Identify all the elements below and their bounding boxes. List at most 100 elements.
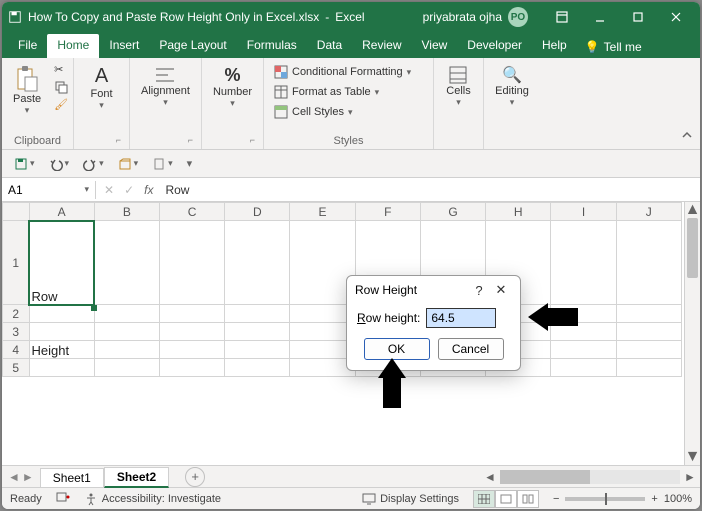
cell[interactable] bbox=[225, 305, 290, 323]
col-header[interactable]: C bbox=[159, 203, 224, 221]
cell[interactable] bbox=[29, 323, 94, 341]
ribbon-display-options[interactable] bbox=[544, 5, 580, 29]
cell[interactable] bbox=[225, 341, 290, 359]
autosave-button[interactable]: ▾ bbox=[10, 155, 39, 173]
col-header[interactable]: E bbox=[290, 203, 355, 221]
cancel-button[interactable]: Cancel bbox=[438, 338, 504, 360]
cells-button[interactable]: Cells ▾ bbox=[441, 62, 475, 111]
tab-formulas[interactable]: Formulas bbox=[237, 34, 307, 58]
scroll-right-icon[interactable]: ► bbox=[682, 469, 698, 485]
qat-open-button[interactable]: ▾ bbox=[114, 155, 143, 173]
cell-styles-button[interactable]: Cell Styles ▾ bbox=[270, 104, 415, 120]
format-painter-button[interactable]: 🖌 bbox=[50, 97, 72, 112]
cell[interactable] bbox=[616, 305, 681, 323]
col-header[interactable]: D bbox=[225, 203, 290, 221]
col-header[interactable]: B bbox=[94, 203, 159, 221]
conditional-formatting-button[interactable]: Conditional Formatting ▾ bbox=[270, 64, 415, 80]
cell[interactable] bbox=[94, 341, 159, 359]
cell[interactable] bbox=[225, 359, 290, 377]
cell[interactable] bbox=[616, 221, 681, 305]
cancel-formula-icon[interactable]: ✕ bbox=[104, 183, 114, 197]
row-height-input[interactable] bbox=[426, 308, 496, 328]
cell[interactable] bbox=[225, 323, 290, 341]
paste-button[interactable]: Paste ▾ bbox=[8, 62, 46, 119]
cut-button[interactable]: ✂ bbox=[50, 62, 72, 77]
col-header[interactable]: F bbox=[355, 203, 420, 221]
cell-A4[interactable]: Height bbox=[29, 341, 94, 359]
col-header[interactable]: G bbox=[420, 203, 485, 221]
sheet-nav-prev[interactable]: ◄ bbox=[8, 470, 20, 484]
scroll-thumb[interactable] bbox=[500, 470, 590, 484]
scroll-track[interactable] bbox=[685, 218, 700, 449]
scroll-up-icon[interactable]: ▲ bbox=[685, 202, 700, 218]
cell[interactable] bbox=[551, 221, 616, 305]
tab-page-layout[interactable]: Page Layout bbox=[149, 34, 236, 58]
collapse-ribbon-button[interactable] bbox=[680, 128, 694, 145]
page-layout-view-button[interactable] bbox=[495, 490, 517, 508]
fill-handle[interactable] bbox=[91, 305, 97, 311]
scroll-left-icon[interactable]: ◄ bbox=[482, 469, 498, 485]
macro-record-icon[interactable] bbox=[56, 490, 70, 507]
undo-button[interactable]: ▾ bbox=[45, 155, 74, 173]
display-settings-button[interactable]: Display Settings bbox=[362, 492, 459, 506]
col-header[interactable]: I bbox=[551, 203, 616, 221]
cell[interactable] bbox=[159, 359, 224, 377]
maximize-button[interactable] bbox=[620, 5, 656, 29]
zoom-out-button[interactable]: − bbox=[553, 493, 559, 505]
cell-A1[interactable]: Row bbox=[29, 221, 94, 305]
row-header[interactable]: 1 bbox=[3, 221, 30, 305]
redo-button[interactable]: ▾ bbox=[79, 155, 108, 173]
cell[interactable] bbox=[159, 323, 224, 341]
tab-data[interactable]: Data bbox=[307, 34, 352, 58]
cell[interactable] bbox=[159, 305, 224, 323]
row-header[interactable]: 5 bbox=[3, 359, 30, 377]
col-header[interactable]: A bbox=[29, 203, 94, 221]
editing-button[interactable]: 🔍 Editing ▾ bbox=[490, 62, 534, 111]
tab-view[interactable]: View bbox=[412, 34, 458, 58]
dialog-help-button[interactable]: ? bbox=[468, 283, 490, 298]
cell[interactable] bbox=[225, 221, 290, 305]
enter-formula-icon[interactable]: ✓ bbox=[124, 183, 134, 197]
tab-developer[interactable]: Developer bbox=[457, 34, 532, 58]
tab-review[interactable]: Review bbox=[352, 34, 411, 58]
name-box[interactable]: A1 ▾ bbox=[2, 181, 96, 199]
sheet-tab-sheet1[interactable]: Sheet1 bbox=[40, 468, 104, 487]
tab-home[interactable]: Home bbox=[47, 34, 99, 58]
cell[interactable] bbox=[159, 341, 224, 359]
col-header[interactable]: J bbox=[616, 203, 681, 221]
normal-view-button[interactable] bbox=[473, 490, 495, 508]
formula-input[interactable] bbox=[163, 182, 692, 198]
font-button[interactable]: A Font ▾ bbox=[85, 62, 117, 114]
copy-button[interactable] bbox=[50, 79, 72, 95]
alignment-button[interactable]: Alignment ▾ bbox=[136, 62, 195, 111]
accessibility-button[interactable]: Accessibility: Investigate bbox=[84, 492, 221, 506]
zoom-slider[interactable] bbox=[565, 497, 645, 501]
new-sheet-button[interactable]: + bbox=[185, 467, 205, 487]
row-header[interactable]: 3 bbox=[3, 323, 30, 341]
col-header[interactable]: H bbox=[486, 203, 551, 221]
cell[interactable] bbox=[94, 323, 159, 341]
qat-customize-button[interactable]: ▾ bbox=[183, 155, 197, 172]
cell[interactable] bbox=[551, 359, 616, 377]
format-as-table-button[interactable]: Format as Table ▾ bbox=[270, 84, 415, 100]
tab-help[interactable]: Help bbox=[532, 34, 577, 58]
ok-button[interactable]: OK bbox=[364, 338, 430, 360]
cell[interactable] bbox=[159, 221, 224, 305]
cell[interactable] bbox=[616, 323, 681, 341]
qat-new-button[interactable]: ▾ bbox=[148, 155, 177, 173]
cell[interactable] bbox=[29, 359, 94, 377]
cell[interactable] bbox=[94, 359, 159, 377]
tab-file[interactable]: File bbox=[8, 34, 47, 58]
zoom-level[interactable]: 100% bbox=[664, 493, 692, 505]
zoom-control[interactable]: − + 100% bbox=[553, 493, 692, 505]
sheet-nav-next[interactable]: ► bbox=[22, 470, 34, 484]
dialog-close-button[interactable]: ✕ bbox=[490, 282, 512, 298]
close-button[interactable] bbox=[658, 5, 694, 29]
vertical-scrollbar[interactable]: ▲ ▼ bbox=[684, 202, 700, 465]
row-header[interactable]: 4 bbox=[3, 341, 30, 359]
cell[interactable] bbox=[616, 359, 681, 377]
minimize-button[interactable] bbox=[582, 5, 618, 29]
sheet-tab-sheet2[interactable]: Sheet2 bbox=[104, 467, 169, 488]
select-all-corner[interactable] bbox=[3, 203, 30, 221]
fx-icon[interactable]: fx bbox=[144, 183, 153, 197]
